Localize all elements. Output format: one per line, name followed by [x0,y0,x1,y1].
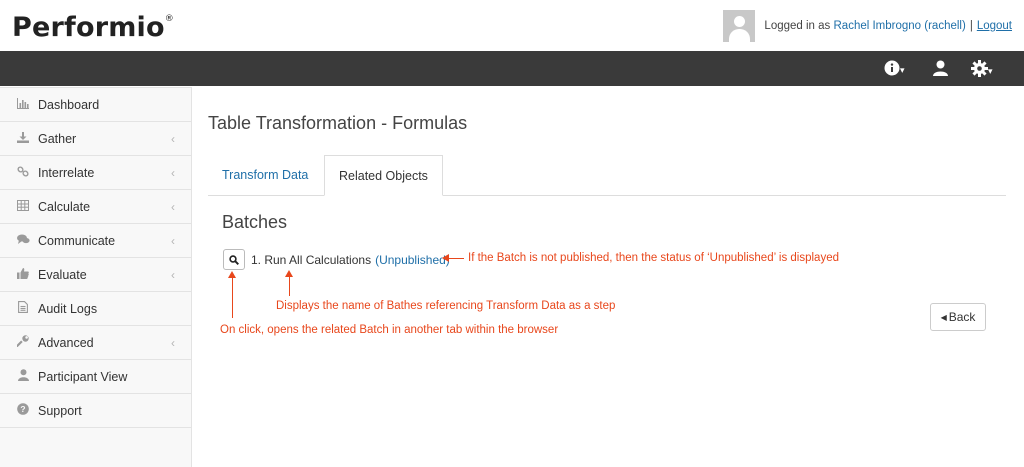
separator: | [969,20,973,32]
svg-text:?: ? [20,404,25,414]
chevron-down-icon: ▾ [900,65,905,75]
sidebar-item-label: Gather [38,131,77,146]
sidebar-item-label: Support [38,403,82,418]
user-icon [933,60,948,76]
chevron-left-icon: ‹ [171,131,175,146]
performio-logo[interactable]: Performio® [12,12,174,43]
download-icon [16,131,30,146]
back-button[interactable]: ◀ Back [930,303,986,331]
bar-chart-icon [16,97,30,112]
sidebar-item-evaluate[interactable]: Evaluate ‹ [0,258,191,292]
sidebar-item-dashboard[interactable]: Dashboard [0,88,191,122]
search-icon [229,254,239,265]
person-icon [16,369,30,384]
sidebar-nav: Dashboard Gather ‹ Interrelate ‹ Calcula… [0,87,192,467]
sidebar-item-communicate[interactable]: Communicate ‹ [0,224,191,258]
sidebar-item-label: Communicate [38,233,116,248]
annotation-arrow-line [232,277,233,318]
sidebar-item-support[interactable]: ? Support [0,394,191,428]
main-content: Table Transformation - Formulas Transfor… [208,87,1008,466]
back-button-label: Back [948,310,976,324]
top-header: Performio® Logged in as Rachel Imbrogno … [0,0,1024,51]
logo-text: Performio [12,12,165,43]
sidebar-item-label: Advanced [38,335,94,350]
sidebar-item-label: Calculate [38,199,91,214]
batch-status-link[interactable]: (Unpublished) [375,253,450,267]
thumbs-up-icon [16,267,30,282]
page-title: Table Transformation - Formulas [208,113,468,133]
sidebar-item-label: Interrelate [38,165,95,180]
annotation-arrow-line [448,258,464,259]
annotation-arrow-line [289,276,290,296]
annotation-name-note: Displays the name of Bathes referencing … [276,300,616,312]
chevron-left-icon: ‹ [171,199,175,214]
caret-left-icon: ◀ [940,312,947,322]
open-batch-button[interactable] [223,249,245,270]
sidebar-item-gather[interactable]: Gather ‹ [0,122,191,156]
user-menu[interactable] [933,60,948,76]
tab-bar: Transform Data Related Objects [208,155,1006,196]
sidebar-item-label: Evaluate [38,267,87,282]
logged-in-label: Logged in as [764,20,831,32]
chat-icon [16,234,30,248]
batch-name: 1. Run All Calculations [251,252,372,267]
sidebar-item-interrelate[interactable]: Interrelate ‹ [0,156,191,190]
batch-row: 1. Run All Calculations (Unpublished) [223,249,450,270]
chevron-left-icon: ‹ [171,267,175,282]
registered-mark: ® [164,14,174,24]
annotation-click-note: On click, opens the related Batch in ano… [220,324,559,336]
table-icon [16,199,30,214]
annotation-status-note: If the Batch is not published, then the … [468,252,839,264]
user-info: Logged in as Rachel Imbrogno (rachell) | L… [723,10,1012,42]
chevron-left-icon: ‹ [171,165,175,180]
sidebar-item-participant-view[interactable]: Participant View [0,360,191,394]
gear-icon [971,60,988,77]
tab-transform-data[interactable]: Transform Data [208,155,322,195]
file-icon [16,301,30,316]
sidebar-item-advanced[interactable]: Advanced ‹ [0,326,191,360]
link-icon [16,165,30,180]
settings-menu[interactable]: ▾ [971,60,993,77]
sidebar-item-label: Participant View [38,369,128,384]
tab-related-objects[interactable]: Related Objects [324,155,443,196]
avatar-head-shape [734,16,746,27]
chevron-left-icon: ‹ [171,335,175,350]
user-name-link[interactable]: Rachel Imbrogno (rachell) [834,20,966,32]
sidebar-item-calculate[interactable]: Calculate ‹ [0,190,191,224]
help-icon: ? [16,403,30,418]
batches-heading: Batches [222,212,288,232]
top-navbar: ▾ ▾ [0,51,1024,86]
wrench-icon [15,335,30,350]
sidebar-item-label: Dashboard [38,97,100,112]
chevron-left-icon: ‹ [171,233,175,248]
logout-link[interactable]: Logout [977,20,1012,32]
sidebar-item-label: Audit Logs [38,301,98,316]
sidebar-item-audit-logs[interactable]: Audit Logs [0,292,191,326]
info-menu[interactable]: ▾ [884,60,905,76]
avatar[interactable] [723,10,756,42]
info-icon [884,60,900,76]
chevron-down-icon: ▾ [988,66,993,76]
avatar-body-shape [729,29,751,42]
